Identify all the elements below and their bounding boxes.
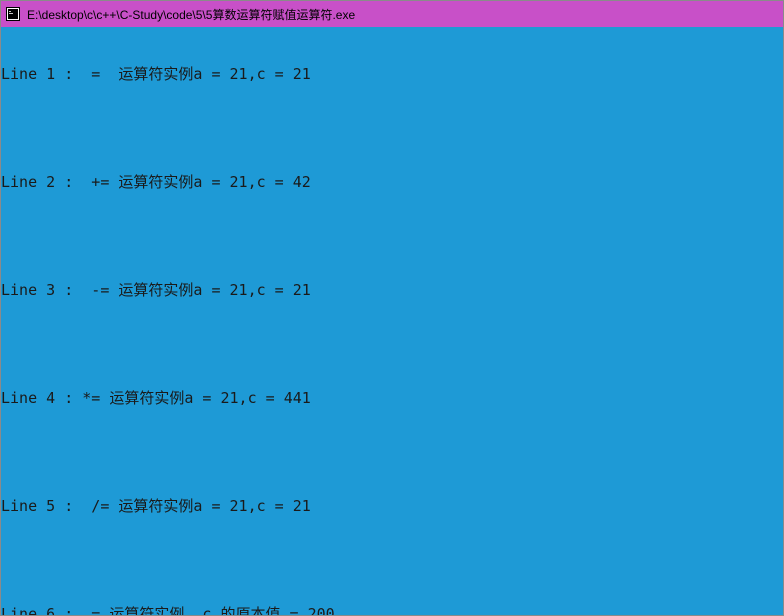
console-line: Line 5 : /= 运算符实例a = 21,c = 21 bbox=[1, 497, 783, 515]
window-title: E:\desktop\c\c++\C-Study\code\5\5算数运算符赋值… bbox=[27, 6, 355, 23]
console-line: Line 6 : = 运算符实例, c 的原本值 = 200 bbox=[1, 605, 783, 615]
console-line bbox=[1, 335, 783, 353]
console-output[interactable]: Line 1 : = 运算符实例a = 21,c = 21 Line 2 : +… bbox=[1, 27, 783, 615]
console-line: Line 4 : *= 运算符实例a = 21,c = 441 bbox=[1, 389, 783, 407]
console-line bbox=[1, 119, 783, 137]
titlebar[interactable]: E:\desktop\c\c++\C-Study\code\5\5算数运算符赋值… bbox=[1, 1, 783, 27]
app-icon bbox=[5, 6, 21, 22]
console-line bbox=[1, 443, 783, 461]
console-line bbox=[1, 551, 783, 569]
console-line: Line 3 : -= 运算符实例a = 21,c = 21 bbox=[1, 281, 783, 299]
console-line: Line 2 : += 运算符实例a = 21,c = 42 bbox=[1, 173, 783, 191]
console-line: Line 1 : = 运算符实例a = 21,c = 21 bbox=[1, 65, 783, 83]
console-line bbox=[1, 227, 783, 245]
console-window: E:\desktop\c\c++\C-Study\code\5\5算数运算符赋值… bbox=[0, 0, 784, 616]
